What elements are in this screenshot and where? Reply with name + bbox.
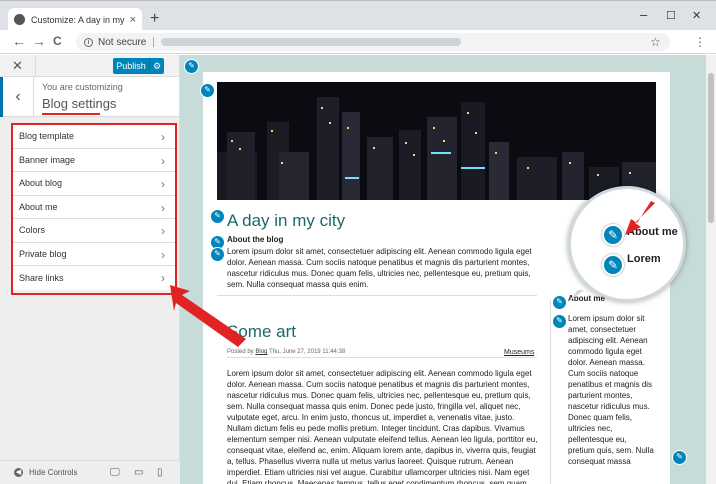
- menu-item-about-me[interactable]: About me ›: [13, 195, 175, 219]
- chevron-right-icon: ›: [161, 271, 165, 285]
- menu-item-about-blog[interactable]: About blog ›: [13, 172, 175, 196]
- meta-divider: [227, 357, 537, 358]
- menu-item-label: Share links: [19, 272, 64, 283]
- hide-controls-button[interactable]: ◀ Hide Controls: [14, 468, 77, 477]
- chevron-right-icon: ›: [161, 247, 165, 262]
- sidebar-top-bar: ✕ Publish ⚙: [0, 55, 179, 77]
- posted-by-label: Posted by: [227, 349, 254, 355]
- section-title: Blog settings: [42, 96, 117, 111]
- divider: [153, 37, 155, 47]
- not-secure-label: Not secure: [98, 36, 147, 48]
- menu-item-colors[interactable]: Colors ›: [13, 219, 175, 243]
- menu-item-label: Banner image: [19, 154, 76, 165]
- menu-item-label: About blog: [19, 178, 63, 189]
- browser-menu-icon[interactable]: ⋮: [694, 35, 706, 49]
- menu-item-label: Colors: [19, 225, 46, 236]
- url-field[interactable]: i Not secure: [76, 33, 670, 51]
- magnifier-pointer: [568, 290, 584, 302]
- post-tag-link[interactable]: Museums: [504, 349, 534, 356]
- post-body: Lorem ipsum dolor sit amet, consectetuer…: [227, 369, 538, 484]
- section-header: ‹ You are customizing Blog settings: [0, 77, 179, 117]
- back-chevron-icon[interactable]: ‹: [0, 77, 34, 117]
- mobile-preview-icon[interactable]: ▯: [157, 467, 163, 478]
- menu-item-label: About me: [19, 201, 58, 212]
- browser-tab-bar: Customize: A day in my city – Ju... × + …: [0, 0, 716, 31]
- chevron-right-icon: ›: [161, 177, 165, 191]
- scrollbar-thumb[interactable]: [708, 73, 714, 223]
- section-divider: [217, 295, 537, 296]
- about-blog-heading: About the blog: [227, 235, 284, 244]
- pencil-icon[interactable]: ✎: [184, 59, 199, 74]
- blurred-url: [161, 38, 462, 46]
- menu-item-banner-image[interactable]: Banner image ›: [13, 148, 175, 172]
- magnified-lorem: Lorem: [627, 253, 661, 265]
- customizing-label: You are customizing: [42, 82, 123, 92]
- collapse-icon: ◀: [14, 468, 23, 477]
- menu-item-label: Private blog: [19, 248, 67, 259]
- pencil-icon[interactable]: ✎: [552, 295, 567, 310]
- title-underline: [42, 113, 100, 115]
- settings-menu: Blog template › Banner image › About blog ›…: [11, 123, 177, 295]
- reload-icon[interactable]: C: [53, 34, 62, 48]
- about-me-text: Lorem ipsum dolor sit amet, consectetuer…: [568, 314, 654, 466]
- customizer-close-icon[interactable]: ✕: [0, 55, 36, 77]
- publish-button[interactable]: Publish ⚙: [113, 58, 164, 74]
- back-icon[interactable]: ←: [12, 33, 26, 49]
- customizer-sidebar: ✕ Publish ⚙ ‹ You are customizing Blog s…: [0, 55, 180, 484]
- address-bar-row: ← → C i Not secure ☆ ⋮: [0, 30, 716, 54]
- about-blog-text: Lorem ipsum dolor sit amet, consectetuer…: [227, 247, 532, 289]
- gear-icon[interactable]: ⚙: [150, 61, 164, 72]
- pencil-icon[interactable]: ✎: [210, 209, 225, 224]
- magnifier-callout: ✎ About me ✎ Lorem: [568, 186, 686, 302]
- browser-tab[interactable]: Customize: A day in my city – Ju... ×: [8, 8, 142, 31]
- desktop-preview-icon[interactable]: 🖵: [110, 467, 120, 478]
- pencil-icon[interactable]: ✎: [672, 450, 687, 465]
- menu-item-private-blog[interactable]: Private blog ›: [13, 242, 175, 266]
- menu-item-blog-template[interactable]: Blog template ›: [13, 125, 175, 149]
- post-author-link[interactable]: Blog: [255, 349, 267, 355]
- tab-close-icon[interactable]: ×: [130, 14, 136, 26]
- bookmark-star-icon[interactable]: ☆: [650, 35, 661, 49]
- city-skyline-image: [217, 82, 656, 200]
- chevron-right-icon: ›: [161, 130, 165, 144]
- post-date: Thu, June 27, 2019 11:44:38: [268, 349, 346, 355]
- info-icon: i: [84, 37, 93, 47]
- publish-label: Publish: [113, 58, 150, 74]
- post-meta: Posted by Blog Thu, June 27, 2019 11:44:…: [227, 349, 345, 355]
- pencil-icon[interactable]: ✎: [210, 247, 225, 262]
- maximize-button[interactable]: ☐: [666, 9, 676, 22]
- chevron-right-icon: ›: [161, 200, 165, 215]
- blog-title[interactable]: A day in my city: [227, 211, 345, 231]
- preview-scrollbar[interactable]: [706, 55, 716, 484]
- menu-item-label: Blog template: [19, 131, 75, 142]
- minimize-button[interactable]: –: [640, 7, 647, 22]
- hide-controls-label: Hide Controls: [29, 468, 78, 477]
- callout-arrow-icon: [170, 285, 246, 347]
- forward-icon[interactable]: →: [32, 33, 46, 49]
- chevron-right-icon: ›: [161, 224, 165, 238]
- window-close-button[interactable]: ✕: [692, 9, 701, 22]
- banner-image: [217, 82, 656, 200]
- site-favicon-icon: [14, 14, 25, 25]
- pencil-icon[interactable]: ✎: [552, 314, 567, 329]
- sidebar-divider: [550, 300, 551, 484]
- pencil-icon: ✎: [602, 254, 624, 276]
- sidebar-footer: ◀ Hide Controls 🖵 ▭ ▯: [0, 460, 180, 484]
- chevron-right-icon: ›: [161, 153, 165, 168]
- tablet-preview-icon[interactable]: ▭: [134, 467, 143, 478]
- pencil-icon[interactable]: ✎: [200, 83, 215, 98]
- tab-title: Customize: A day in my city – Ju...: [31, 14, 126, 25]
- menu-item-share-links[interactable]: Share links ›: [13, 266, 175, 290]
- red-arrow-icon: [625, 201, 655, 235]
- new-tab-button[interactable]: +: [150, 10, 159, 28]
